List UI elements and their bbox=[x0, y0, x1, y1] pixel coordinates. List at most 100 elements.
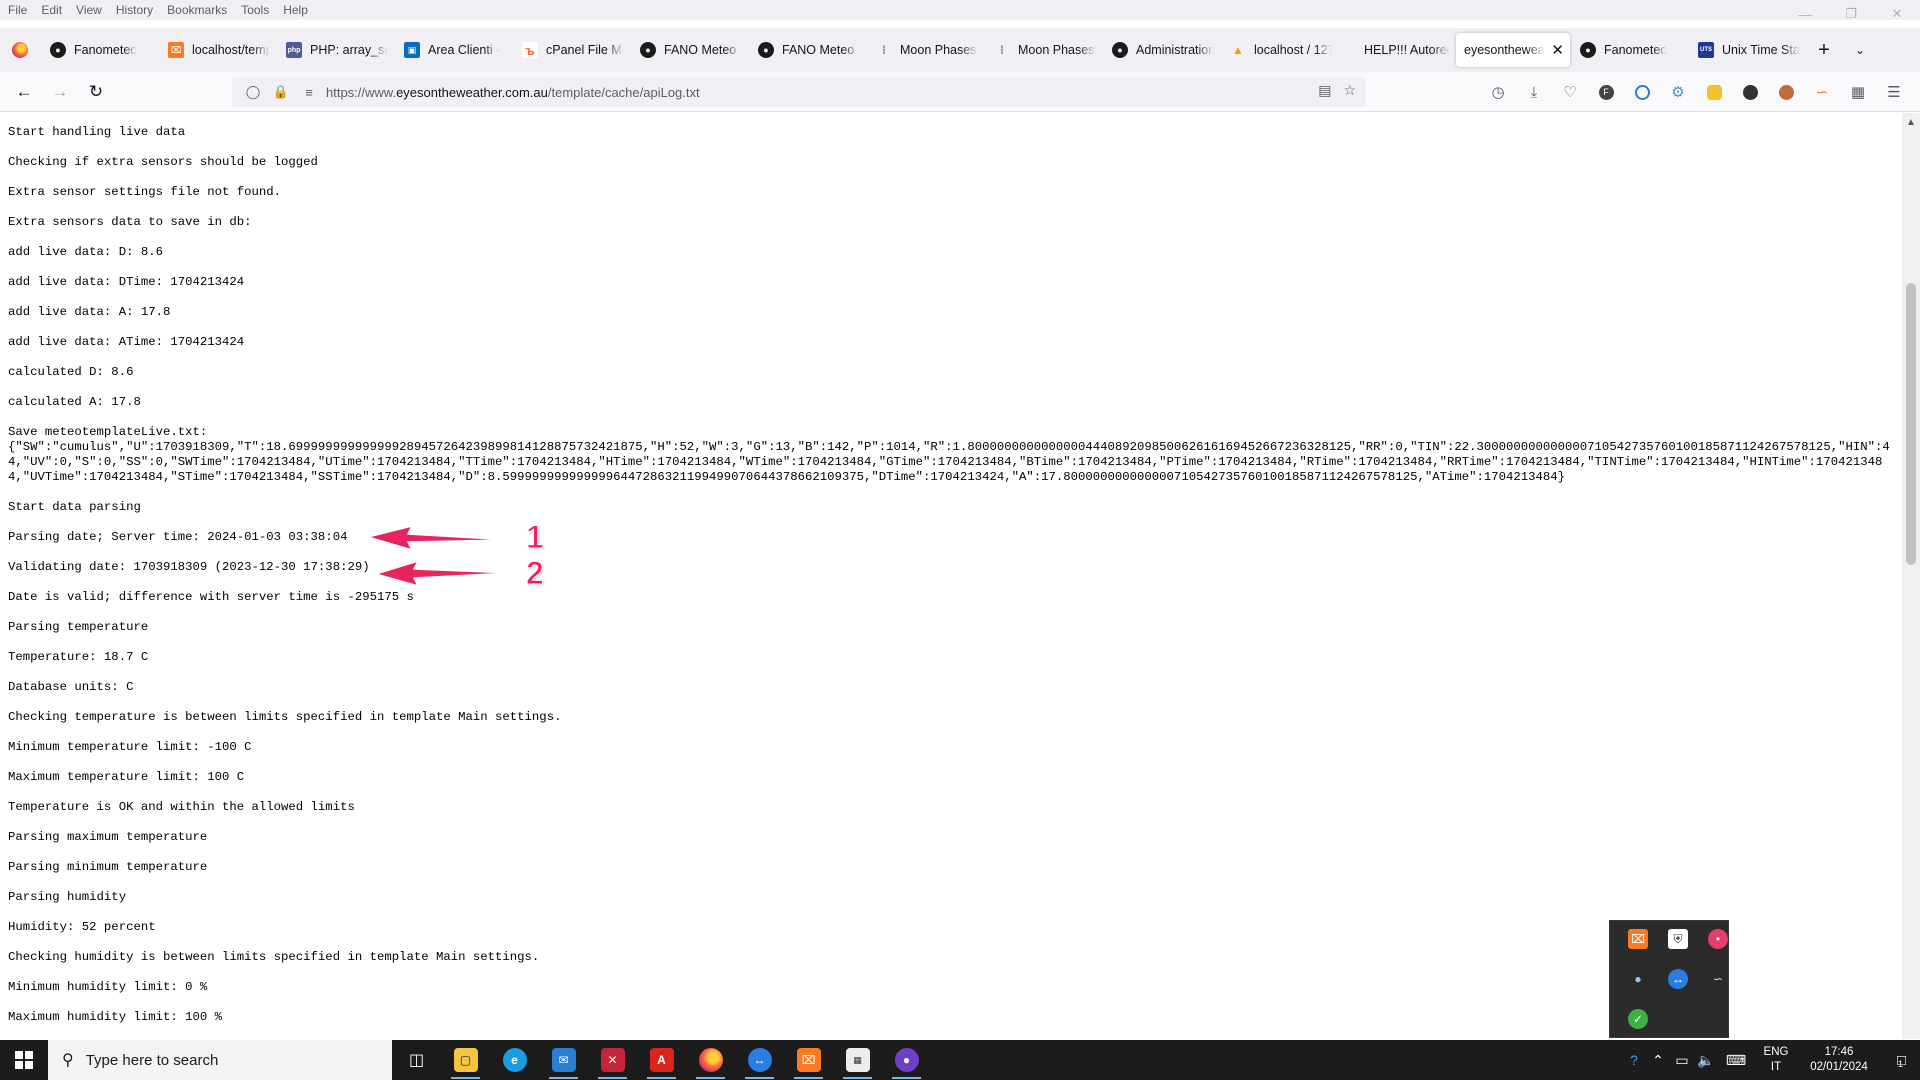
tab-administration[interactable]: ● Administration bbox=[1102, 33, 1220, 67]
network-shield-tray-icon[interactable]: ● bbox=[1628, 969, 1648, 989]
extension-globe-button[interactable]: ⚙ bbox=[1660, 76, 1696, 108]
reader-view-icon[interactable]: ▤ bbox=[1318, 82, 1331, 99]
taskbar-edge[interactable]: e bbox=[490, 1040, 539, 1080]
search-placeholder: Type here to search bbox=[85, 1051, 219, 1069]
scroll-up-arrow-icon[interactable]: ▲ bbox=[1906, 117, 1916, 128]
restore-button[interactable]: ❐ bbox=[1828, 0, 1874, 28]
reload-button[interactable]: ↻ bbox=[78, 76, 114, 108]
input-language-indicator[interactable]: ENG IT bbox=[1754, 1045, 1798, 1075]
taskbar-search[interactable]: ⚲ Type here to search bbox=[48, 1040, 392, 1080]
menu-tools[interactable]: Tools bbox=[234, 3, 276, 17]
f-extension-icon: F bbox=[1598, 84, 1614, 100]
tab-unix-time-stamp[interactable]: UTS Unix Time Stamp bbox=[1688, 33, 1806, 67]
history-button[interactable]: ◷ bbox=[1480, 76, 1516, 108]
minimize-button[interactable]: — bbox=[1782, 0, 1828, 28]
start-button[interactable] bbox=[0, 1040, 48, 1080]
extension-f-button[interactable]: F bbox=[1588, 76, 1624, 108]
tab-fanometeo[interactable]: ● Fanometeo bbox=[40, 33, 158, 67]
tab-fano-meteo-1[interactable]: ● FANO Meteo - bbox=[630, 33, 748, 67]
volume-button[interactable]: 🔈 bbox=[1694, 1040, 1718, 1080]
tab-area-clienti[interactable]: ▣ Area Clienti - bbox=[394, 33, 512, 67]
extension-yellow-button[interactable] bbox=[1696, 76, 1732, 108]
url-bar[interactable]: ◯ 🔒 ≡ https://www.eyesontheweather.com.a… bbox=[232, 77, 1366, 107]
battery-button[interactable]: ▭ bbox=[1670, 1040, 1694, 1080]
help-tray-button[interactable]: ? bbox=[1622, 1040, 1646, 1080]
wireless-tray-icon[interactable]: ∽ bbox=[1708, 969, 1728, 989]
tab-strip: ● Fanometeo ⌧ localhost/template php PHP… bbox=[0, 28, 1920, 72]
task-view-button[interactable]: ◫ bbox=[392, 1040, 441, 1080]
tab-eyesontheweather-active[interactable]: eyesontheweather ✕ bbox=[1456, 33, 1570, 67]
keyboard-layout: IT bbox=[1770, 1061, 1782, 1073]
close-window-button[interactable]: ✕ bbox=[1874, 0, 1920, 28]
menu-view[interactable]: View bbox=[69, 3, 109, 17]
taskbar-tool-app[interactable]: ✕ bbox=[588, 1040, 637, 1080]
security-tray-icon[interactable]: ⛨ bbox=[1668, 929, 1688, 949]
firefox-view-button[interactable] bbox=[0, 28, 40, 72]
taskbar-xampp[interactable]: ⌧ bbox=[784, 1040, 833, 1080]
teamviewer-tray-icon[interactable]: ↔ bbox=[1668, 969, 1688, 989]
tab-localhost-template[interactable]: ⌧ localhost/template bbox=[158, 33, 276, 67]
menu-edit[interactable]: Edit bbox=[34, 3, 69, 17]
menu-file[interactable]: File bbox=[0, 3, 34, 17]
clock[interactable]: 17:46 02/01/2024 bbox=[1798, 1045, 1880, 1075]
annotation-number-1: 1 bbox=[526, 519, 545, 556]
menu-history[interactable]: History bbox=[109, 3, 160, 17]
vertical-scrollbar[interactable]: ▲ bbox=[1902, 113, 1920, 1039]
taskbar-acrobat[interactable]: A bbox=[637, 1040, 686, 1080]
log-line-validating-date: Validating date: 1703918309 (2023-12-30 … bbox=[8, 560, 370, 574]
log-line: Checking if extra sensors should be logg… bbox=[8, 155, 318, 169]
tab-phpmyadmin[interactable]: ▲ localhost / 127 bbox=[1220, 33, 1338, 67]
tab-help-autoredirect[interactable]: HELP!!! Autoredire bbox=[1338, 33, 1456, 67]
notification-center-button[interactable]: □ 1 bbox=[1880, 1040, 1920, 1080]
back-button[interactable]: ← bbox=[6, 76, 42, 108]
taskbar-firefox[interactable] bbox=[686, 1040, 735, 1080]
taskbar-file-explorer[interactable]: ▢ bbox=[441, 1040, 490, 1080]
bookmark-star-icon[interactable]: ☆ bbox=[1343, 82, 1356, 99]
xampp-tray-icon[interactable]: ⌧ bbox=[1628, 929, 1648, 949]
show-hidden-icons-button[interactable]: ⌃ bbox=[1646, 1040, 1670, 1080]
taskbar-outlook[interactable]: ✉ bbox=[539, 1040, 588, 1080]
tab-cpanel-file-manager[interactable]: ъ cPanel File Ma bbox=[512, 33, 630, 67]
extensions-button[interactable]: ▦ bbox=[1840, 76, 1876, 108]
permissions-icon[interactable]: ≡ bbox=[298, 85, 320, 100]
tab-php-array-search[interactable]: php PHP: array_search bbox=[276, 33, 394, 67]
tab-fano-meteo-2[interactable]: ● FANO Meteo - bbox=[748, 33, 866, 67]
checkmark-tray-icon[interactable]: ✓ bbox=[1628, 1009, 1648, 1029]
teamviewer-icon: ↔ bbox=[747, 1048, 772, 1072]
scroll-thumb[interactable] bbox=[1906, 283, 1916, 565]
extension-blue-button[interactable] bbox=[1624, 76, 1660, 108]
taskbar-calendar-app[interactable]: ▦ bbox=[833, 1040, 882, 1080]
extension-cookie-button[interactable] bbox=[1768, 76, 1804, 108]
github-icon: ● bbox=[1580, 42, 1596, 58]
taskbar-github-desktop[interactable]: ● bbox=[882, 1040, 931, 1080]
downloads-button[interactable]: ⤓ bbox=[1516, 76, 1552, 108]
arrow-right-icon: → bbox=[51, 81, 69, 101]
blank-page-icon bbox=[1348, 42, 1364, 58]
rss-button[interactable]: ∽ bbox=[1804, 76, 1840, 108]
menu-help[interactable]: Help bbox=[276, 3, 315, 17]
close-tab-icon[interactable]: ✕ bbox=[1551, 41, 1564, 59]
download-icon: ⤓ bbox=[1530, 83, 1538, 101]
shield-icon[interactable]: ◯ bbox=[242, 84, 264, 100]
forward-button[interactable]: → bbox=[42, 76, 78, 108]
tab-moon-phases-2[interactable]: ⁝ Moon Phases - bbox=[984, 33, 1102, 67]
url-prefix: https://www. bbox=[326, 84, 397, 100]
moon-icon: ⁝ bbox=[999, 43, 1005, 57]
menu-bookmarks[interactable]: Bookmarks bbox=[160, 3, 234, 17]
touch-keyboard-button[interactable]: ⌨ bbox=[1718, 1040, 1754, 1080]
tab-moon-phases-1[interactable]: ⁝ Moon Phases - bbox=[866, 33, 984, 67]
tab-label: Moon Phases - bbox=[1018, 43, 1096, 57]
lock-icon[interactable]: 🔒 bbox=[270, 84, 292, 100]
taskbar-teamviewer[interactable]: ↔ bbox=[735, 1040, 784, 1080]
new-tab-button[interactable]: + bbox=[1806, 33, 1842, 67]
pocket-button[interactable]: ♡ bbox=[1552, 76, 1588, 108]
system-tray: ? ⌃ ▭ 🔈 ⌨ ENG IT 17:46 02/01/2024 □ 1 bbox=[1622, 1040, 1920, 1080]
log-json-block: Save meteotemplateLive.txt: {"SW":"cumulu… bbox=[8, 425, 1893, 500]
chat-tray-icon[interactable]: • bbox=[1708, 929, 1728, 949]
tab-fanometeo-2[interactable]: ● Fanometeo bbox=[1570, 33, 1688, 67]
url-text[interactable]: https://www.eyesontheweather.com.au/temp… bbox=[326, 85, 700, 100]
list-all-tabs-button[interactable]: ⌄ bbox=[1842, 33, 1878, 67]
plus-icon: + bbox=[1818, 38, 1830, 61]
app-menu-button[interactable]: ☰ bbox=[1876, 76, 1912, 108]
extension-dark-button[interactable] bbox=[1732, 76, 1768, 108]
